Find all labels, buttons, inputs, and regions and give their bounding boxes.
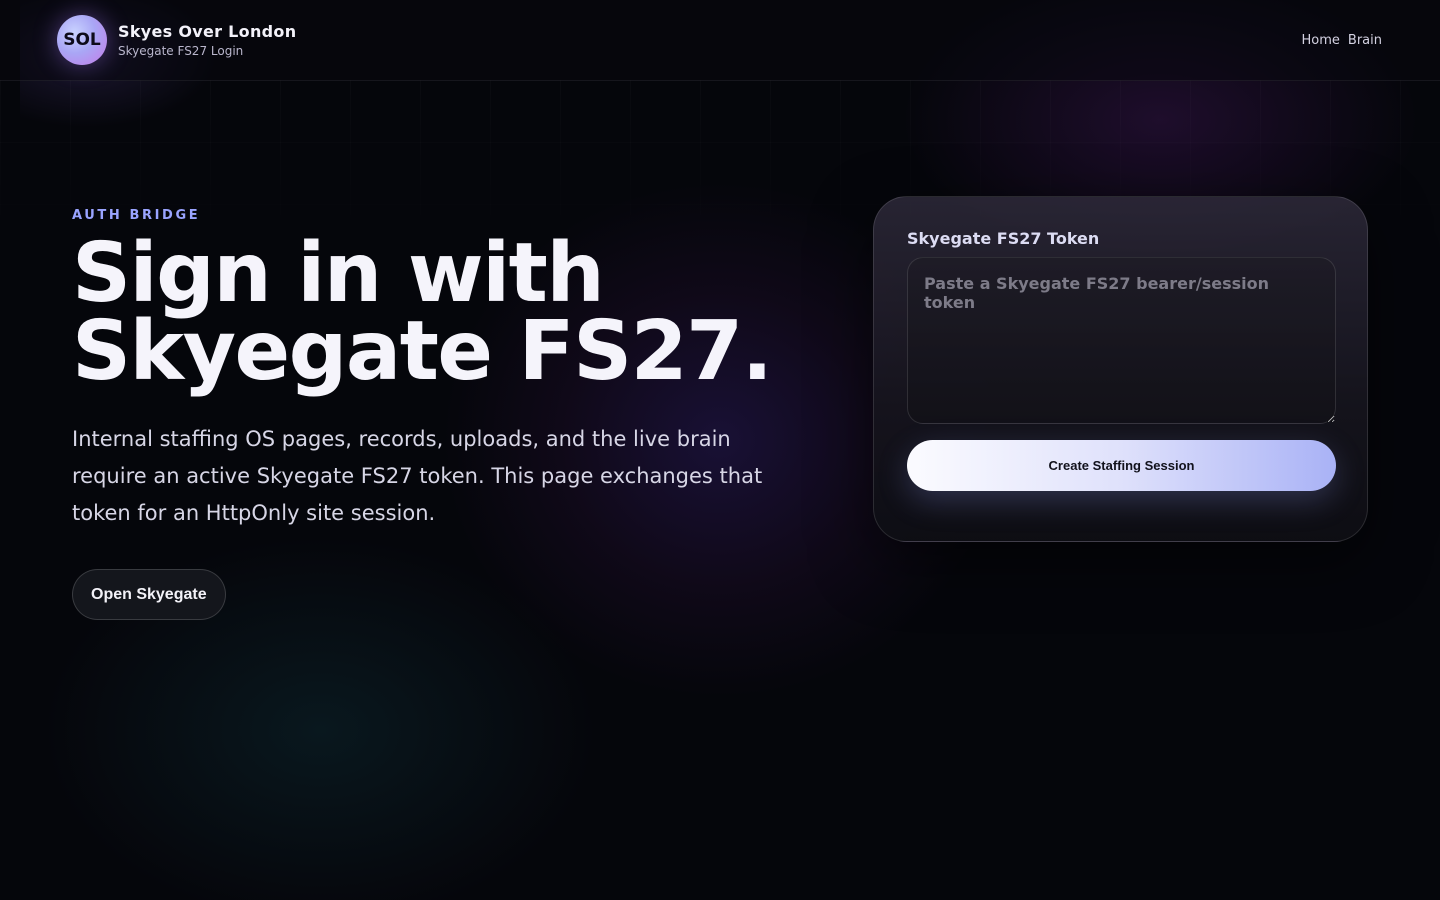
eyebrow-label: AUTH BRIDGE — [72, 208, 201, 223]
page: SOL Skyes Over London Skyegate FS27 Logi… — [0, 0, 1440, 900]
token-label: Skyegate FS27 Token — [907, 229, 1100, 248]
nav-link-brain[interactable]: Brain — [1348, 33, 1382, 48]
token-input[interactable] — [907, 257, 1336, 424]
hero-description: Internal staffing OS pages, records, upl… — [72, 427, 763, 525]
brand[interactable]: SOL Skyes Over London Skyegate FS27 Logi… — [57, 15, 296, 65]
brand-text: Skyes Over London Skyegate FS27 Login — [118, 22, 296, 58]
nav-link-home[interactable]: Home — [1302, 33, 1340, 48]
top-bar: SOL Skyes Over London Skyegate FS27 Logi… — [0, 0, 1440, 81]
site-title: Skyes Over London — [118, 22, 297, 41]
logo-badge: SOL — [57, 15, 107, 65]
token-card: Skyegate FS27 Token Create Staffing Sess… — [873, 196, 1368, 542]
top-nav: Home Brain — [1302, 33, 1382, 48]
site-subtitle: Skyegate FS27 Login — [118, 44, 244, 58]
open-skyegate-button[interactable]: Open Skyegate — [72, 569, 226, 620]
page-title-line-2: Skyegate FS27. — [72, 304, 773, 399]
page-title: Sign in with Skyegate FS27. — [72, 233, 812, 393]
hero-section: AUTH BRIDGE Sign in with Skyegate FS27. … — [72, 208, 812, 620]
create-session-button[interactable]: Create Staffing Session — [907, 440, 1336, 491]
logo-initials: SOL — [63, 30, 101, 50]
